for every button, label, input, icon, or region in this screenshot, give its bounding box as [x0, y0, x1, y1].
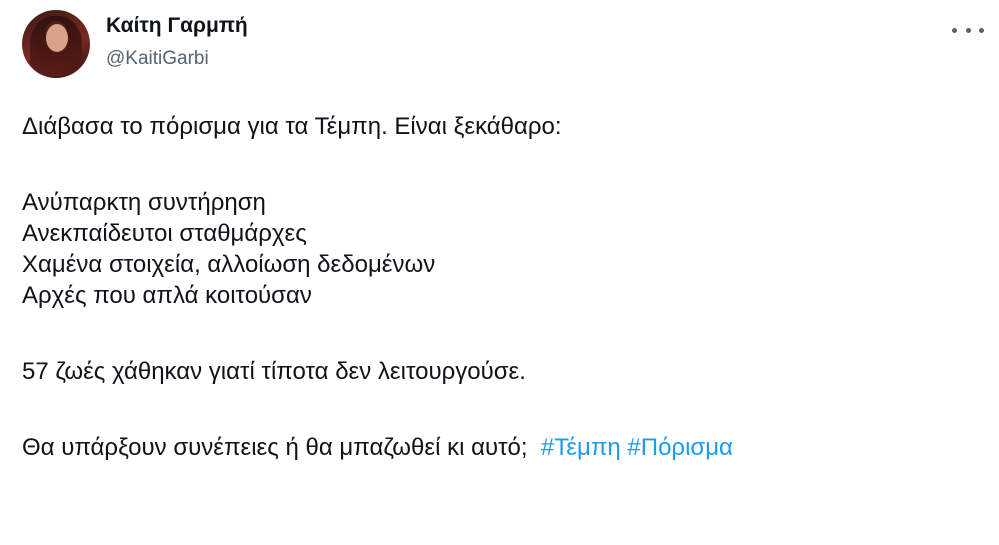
dot: [952, 27, 957, 33]
dot: [965, 27, 971, 33]
tweet-list-item: Ανεκπαίδευτοι σταθμάρχες: [22, 220, 307, 247]
tweet-statement: 57 ζωές χάθηκαν γιατί τίποτα δεν λειτουρ…: [22, 358, 526, 385]
tweet-closing: Θα υπάρξουν συνέπειες ή θα μπαζωθεί κι α…: [22, 434, 528, 461]
hashtag-tempi[interactable]: #Τέμπη: [541, 434, 621, 461]
tweet-list-item: Αρχές που απλά κοιτούσαν: [22, 282, 312, 309]
tweet-intro: Διάβασα το πόρισμα για τα Τέμπη. Είναι ξ…: [22, 113, 562, 140]
tweet-text: Διάβασα το πόρισμα για τα Τέμπη. Είναι ξ…: [22, 111, 733, 463]
avatar[interactable]: [22, 10, 90, 78]
author-handle[interactable]: @KaitiGarbi: [106, 48, 209, 70]
author-display-name[interactable]: Καίτη Γαρμπή: [106, 14, 248, 38]
more-options-icon[interactable]: [952, 18, 984, 42]
tweet-closing-line: Θα υπάρξουν συνέπειες ή θα μπαζωθεί κι α…: [22, 432, 733, 463]
tweet-list-item: Ανύπαρκτη συντήρηση: [22, 189, 266, 216]
dot: [979, 27, 984, 33]
hashtag-porisma[interactable]: #Πόρισμα: [627, 434, 733, 461]
tweet-list-item: Χαμένα στοιχεία, αλλοίωση δεδομένων: [22, 251, 436, 278]
avatar-face: [46, 24, 68, 52]
